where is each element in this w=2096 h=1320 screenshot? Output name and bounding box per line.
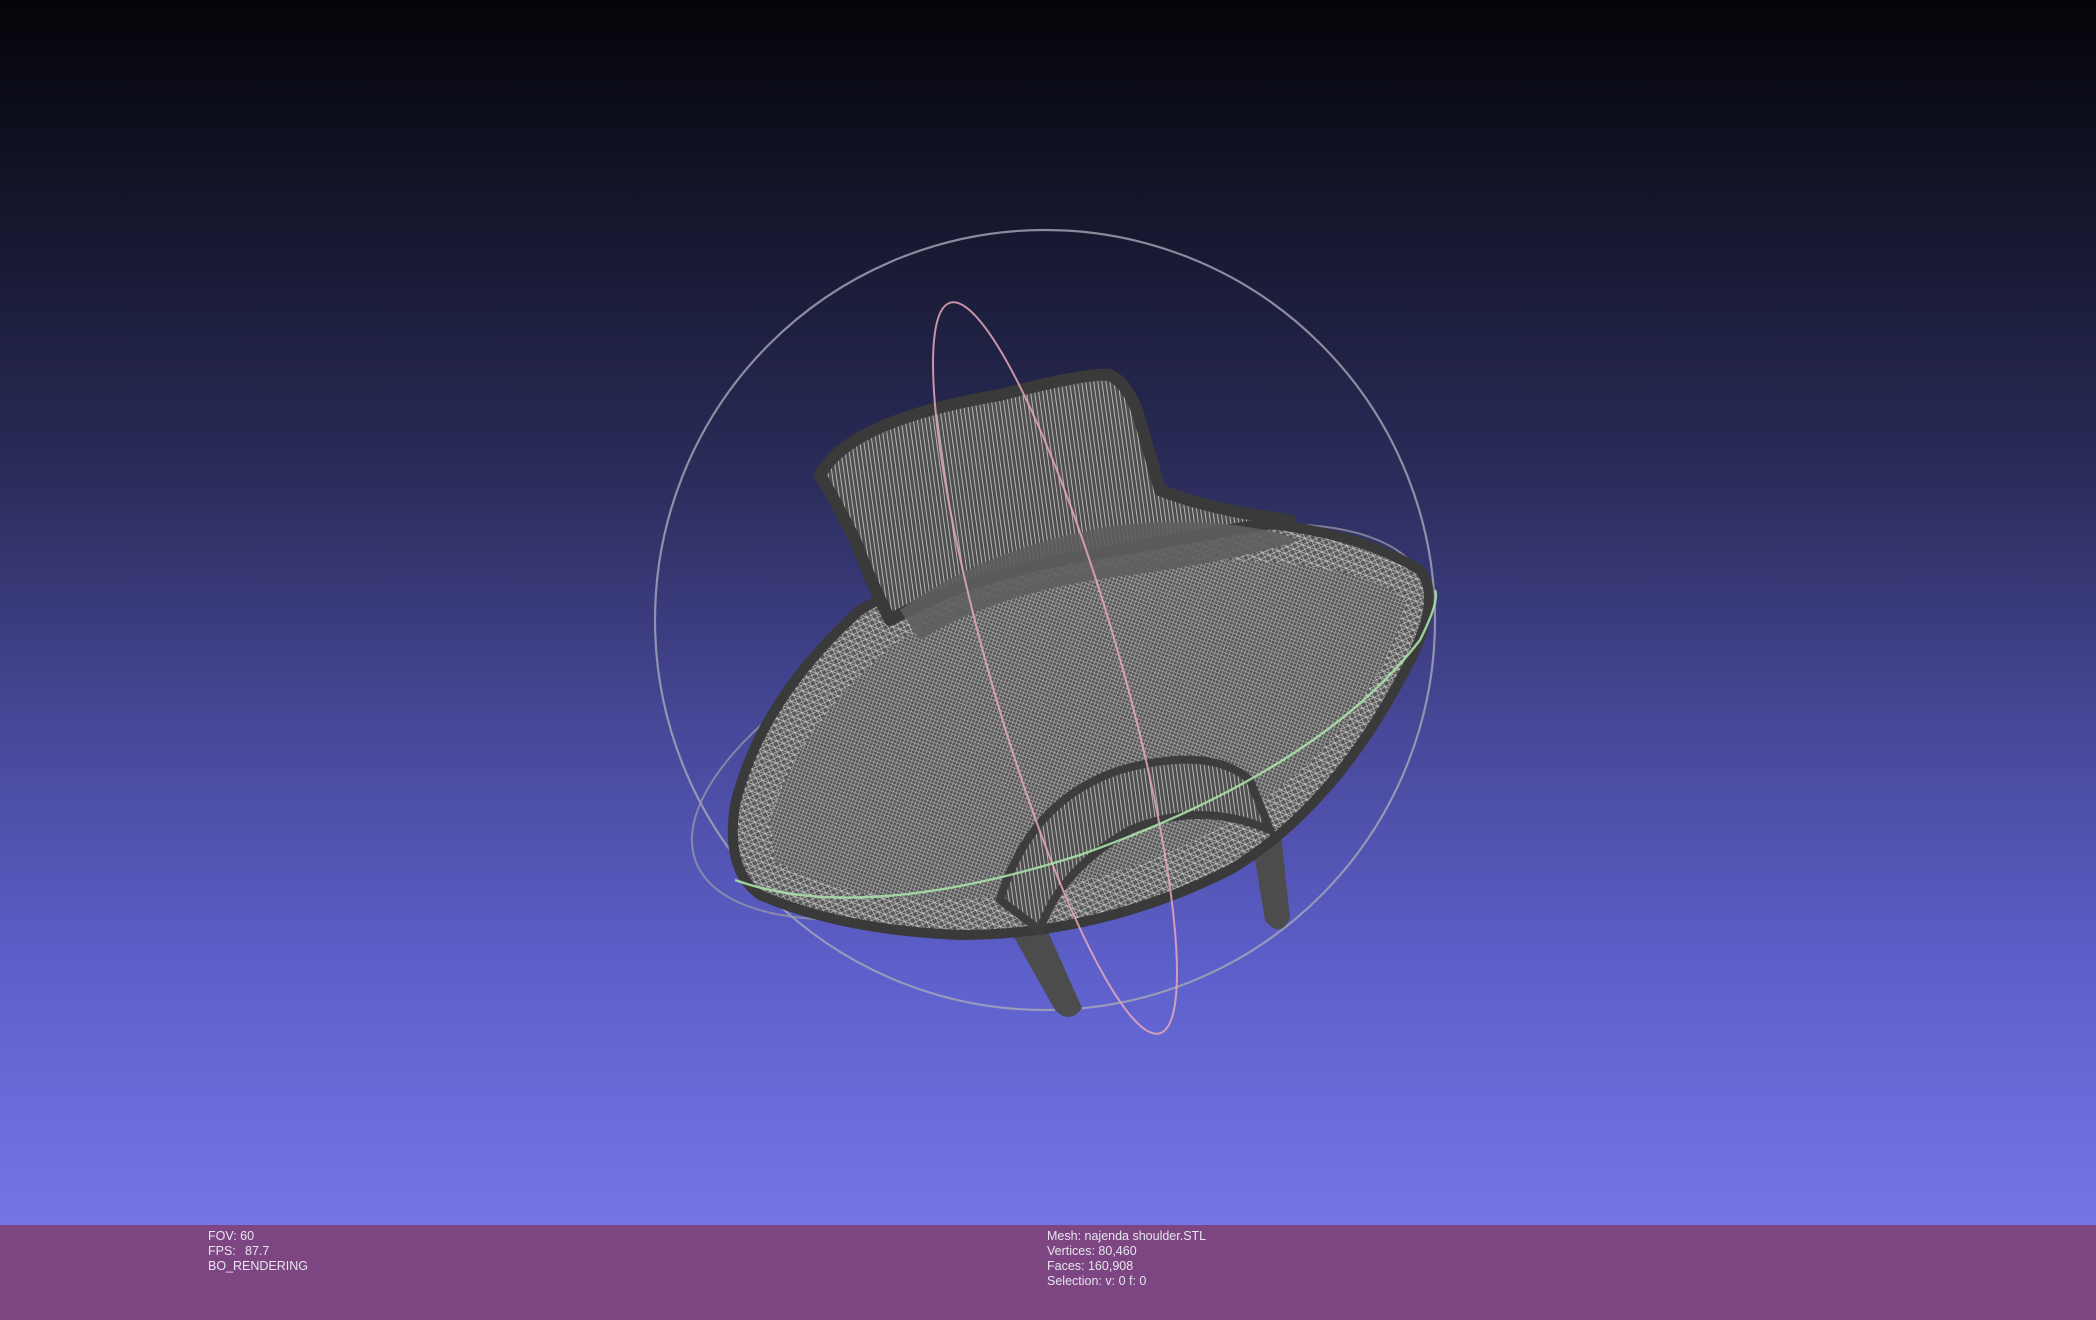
render-info-panel: FOV: 60 FPS: 87.7 BO_RENDERING [208,1229,308,1274]
fps-label: FPS: [208,1244,236,1258]
render-mode-label: BO_RENDERING [208,1259,309,1273]
mesh-name-label: Mesh: najenda shoulder.STL [1047,1229,1207,1243]
mesh-info-panel: Mesh: najenda shoulder.STL Vertices: 80,… [1047,1229,1206,1289]
fps-value: 87.7 [245,1244,270,1258]
faces-count-label: Faces: 160,908 [1047,1259,1134,1273]
status-info-bar: FOV: 60 FPS: 87.7 BO_RENDERING Mesh: naje… [0,1225,2096,1320]
fps-readout: FPS: 87.7 [208,1244,308,1259]
3d-viewport[interactable] [0,0,2096,1225]
selection-label: Selection: v: 0 f: 0 [1047,1274,1147,1288]
mesh-scene[interactable] [0,0,2096,1225]
vertices-count-label: Vertices: 80,460 [1047,1244,1137,1258]
fov-label: FOV: 60 [208,1229,255,1243]
